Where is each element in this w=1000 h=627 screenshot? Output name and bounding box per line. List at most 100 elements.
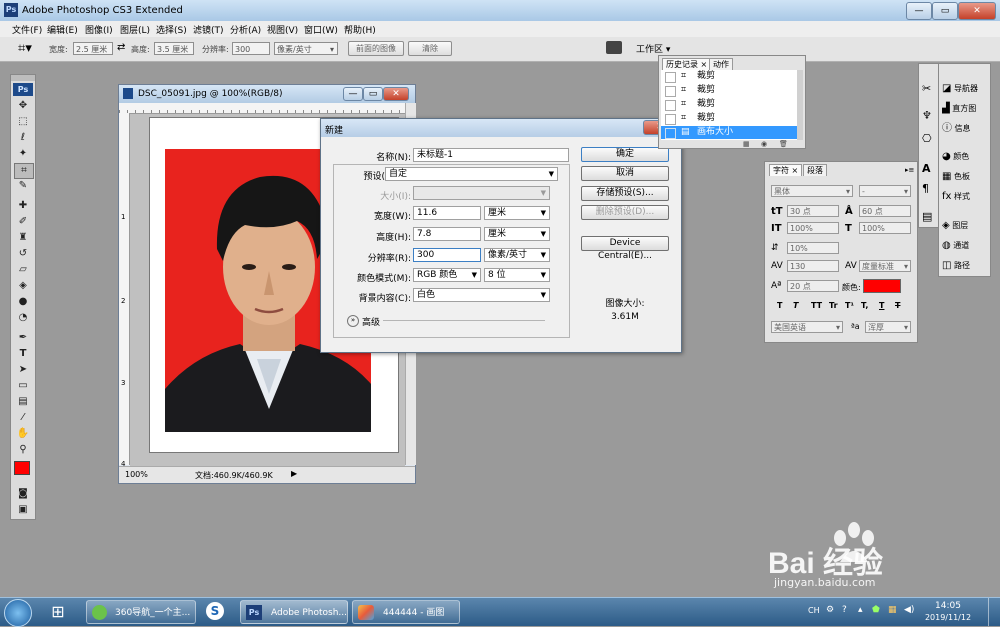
trash-icon[interactable]: 🗑 <box>779 140 788 148</box>
crop-tool-icon[interactable]: ⌗▾ <box>18 41 32 56</box>
width-input[interactable]: 11.6 <box>413 206 481 220</box>
name-input[interactable]: 未标题-1 <box>413 148 569 162</box>
ime-icon[interactable]: ⚙ <box>826 605 834 615</box>
brush-tool-icon[interactable]: ✐ <box>14 215 32 229</box>
list-item[interactable]: ⌗ 裁剪 <box>661 84 797 97</box>
brushes-icon[interactable]: ♆ <box>922 109 932 122</box>
camera-icon[interactable]: ◉ <box>761 140 767 148</box>
height-input[interactable]: 7.8 <box>413 227 481 241</box>
task-360-browser[interactable]: 360导航_一个主... <box>86 600 196 624</box>
tab-character[interactable]: 字符 × <box>769 164 803 176</box>
horizontal-scale-field[interactable]: 100% <box>859 222 911 234</box>
toolbox-grip[interactable] <box>11 75 35 81</box>
notes-tool-icon[interactable]: ▤ <box>14 395 32 409</box>
panel-button-navigator[interactable]: ◪ 导航器 <box>942 82 988 96</box>
clock-date[interactable]: 2019/11/12 <box>916 613 980 622</box>
ok-button[interactable]: 确定 <box>581 147 669 162</box>
menu-filter[interactable]: 滤镜(T) <box>193 23 224 36</box>
rectangle-tool-icon[interactable]: ▭ <box>14 379 32 393</box>
sogou-icon[interactable]: S <box>202 601 228 623</box>
panel-button-swatches[interactable]: ▦ 色板 <box>942 170 988 184</box>
document-titlebar[interactable]: DSC_05091.jpg @ 100%(RGB/8) — ▭ ✕ <box>119 85 415 103</box>
anti-alias-select[interactable]: 浑厚 ▾ <box>865 321 911 333</box>
list-item[interactable]: ⌗ 裁剪 <box>661 112 797 125</box>
menu-layer[interactable]: 图层(L) <box>120 23 150 36</box>
volume-icon[interactable]: ◀) <box>904 605 914 615</box>
resolution-unit-select[interactable]: 像素/英寸 ▼ <box>484 248 550 262</box>
panel-button-paths[interactable]: ◫ 路径 <box>942 259 988 273</box>
input-language[interactable]: CH <box>808 606 820 615</box>
menu-file[interactable]: 文件(F) <box>12 23 42 36</box>
screen-mode-icon[interactable]: ▣ <box>14 503 32 517</box>
resolution-unit-select[interactable]: 像素/英寸 ▾ <box>274 42 338 55</box>
network-icon[interactable]: ▦ <box>888 605 897 615</box>
minimize-button[interactable]: — <box>906 2 932 20</box>
hand-tool-icon[interactable]: ✋ <box>14 427 32 441</box>
magic-wand-tool-icon[interactable]: ✦ <box>14 147 32 161</box>
healing-brush-tool-icon[interactable]: ✚ <box>14 199 32 213</box>
help-icon[interactable]: ? <box>842 605 847 615</box>
stamp-tool-icon[interactable]: ♜ <box>14 231 32 245</box>
history-snapshot-icon[interactable]: ▦ <box>743 140 750 148</box>
kerning-select[interactable]: 度量标准 ▾ <box>859 260 911 272</box>
tracking-select[interactable]: 130 <box>787 260 839 272</box>
menu-help[interactable]: 帮助(H) <box>344 23 376 36</box>
status-menu-arrow-icon[interactable]: ▶ <box>291 469 297 478</box>
paragraph-panel-icon[interactable]: ¶ <box>922 182 929 195</box>
foreground-color-swatch[interactable] <box>14 461 30 475</box>
lasso-tool-icon[interactable]: ℓ <box>14 131 32 145</box>
bridge-icon[interactable] <box>606 41 622 54</box>
menu-select[interactable]: 选择(S) <box>156 23 187 36</box>
menu-view[interactable]: 视图(V) <box>267 23 298 36</box>
list-item[interactable]: ⌗ 裁剪 <box>661 70 797 83</box>
language-select[interactable]: 美国英语 ▾ <box>771 321 843 333</box>
doc-minimize-button[interactable]: — <box>343 87 363 101</box>
width-unit-select[interactable]: 厘米 ▼ <box>484 206 550 220</box>
resolution-input[interactable]: 300 <box>413 248 481 262</box>
quick-mask-icon[interactable]: ◙ <box>14 487 32 501</box>
font-style-select[interactable]: - ▾ <box>859 185 911 197</box>
preset-select[interactable]: 自定 ▼ <box>385 167 558 181</box>
pen-tool-icon[interactable]: ✒ <box>14 331 32 345</box>
maximize-button[interactable]: ▭ <box>932 2 958 20</box>
dialog-titlebar[interactable]: 新建 ✕ <box>321 119 681 137</box>
delete-preset-button[interactable]: 删除预设(D)... <box>581 205 669 220</box>
baseline-shift-field[interactable]: 20 点 <box>787 280 839 292</box>
background-contents-select[interactable]: 白色 ▼ <box>413 288 550 302</box>
list-item[interactable]: ▤ 画布大小 <box>661 126 797 139</box>
panel-button-styles[interactable]: fx 样式 <box>942 190 988 204</box>
blur-tool-icon[interactable]: ● <box>14 295 32 309</box>
superscript-icon[interactable]: T¹ <box>845 301 854 310</box>
history-brush-tool-icon[interactable]: ↺ <box>14 247 32 261</box>
zoom-tool-icon[interactable]: ⚲ <box>14 443 32 457</box>
small-caps-icon[interactable]: Tr <box>829 301 838 310</box>
crop-tool-icon[interactable]: ⌗ <box>14 163 34 179</box>
panel-button-channels[interactable]: ◍ 通道 <box>942 239 988 253</box>
eyedropper-tool-icon[interactable]: ⁄ <box>14 411 32 425</box>
save-preset-button[interactable]: 存储预设(S)... <box>581 186 669 201</box>
history-scrollbar[interactable] <box>797 70 803 140</box>
cancel-button[interactable]: 取消 <box>581 166 669 181</box>
doc-maximize-button[interactable]: ▭ <box>363 87 383 101</box>
menu-analysis[interactable]: 分析(A) <box>230 23 261 36</box>
marquee-tool-icon[interactable]: ⬚ <box>14 115 32 129</box>
list-item[interactable]: ⌗ 裁剪 <box>661 98 797 111</box>
tool-presets-icon[interactable]: ✂ <box>922 82 931 95</box>
font-family-select[interactable]: 黑体 ▾ <box>771 185 853 197</box>
doc-close-button[interactable]: ✕ <box>383 87 409 101</box>
panel-button-layers[interactable]: ◈ 图层 <box>942 219 988 233</box>
underline-icon[interactable]: T <box>879 301 884 310</box>
swap-icon[interactable]: ⇄ <box>117 42 125 53</box>
leading-select[interactable]: 60 点 <box>859 205 911 217</box>
type-tool-icon[interactable]: T <box>14 347 32 361</box>
resolution-field[interactable]: 300 <box>232 42 270 55</box>
security-shield-icon[interactable]: ⬟ <box>872 605 880 615</box>
move-tool-icon[interactable]: ✥ <box>14 99 32 113</box>
font-size-select[interactable]: 30 点 <box>787 205 839 217</box>
path-selection-tool-icon[interactable]: ➤ <box>14 363 32 377</box>
paint-bucket-tool-icon[interactable]: ◈ <box>14 279 32 293</box>
menu-window[interactable]: 窗口(W) <box>304 23 338 36</box>
text-color-swatch[interactable] <box>863 279 901 293</box>
windows-flag-icon[interactable]: ⊞ <box>44 601 72 623</box>
panel-button-color[interactable]: ◕ 颜色 <box>942 150 988 164</box>
